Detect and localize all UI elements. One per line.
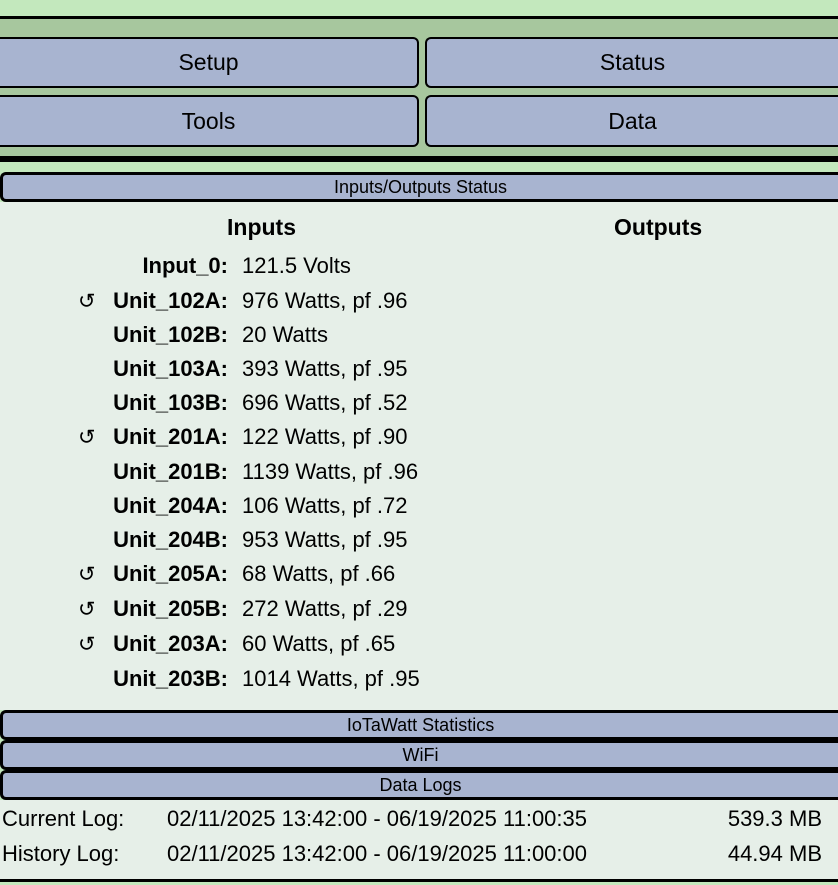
log-size: 44.94 MB bbox=[727, 841, 822, 866]
datalogs-panel: Current Log: 02/11/2025 13:42:00 - 06/19… bbox=[0, 800, 838, 879]
input-row: ↺ Unit_205A: 68 Watts, pf .66 bbox=[0, 561, 838, 595]
tools-button[interactable]: Tools bbox=[0, 95, 419, 147]
log-size: 539.3 MB bbox=[727, 806, 822, 831]
datalogs-header[interactable]: Data Logs bbox=[0, 770, 838, 800]
outputs-heading: Outputs bbox=[614, 214, 703, 240]
input-row: ↺ Unit_203A: 60 Watts, pf .65 bbox=[0, 631, 838, 665]
input-row: Unit_103B: 696 Watts, pf .52 bbox=[0, 390, 838, 424]
refresh-icon[interactable]: ↺ bbox=[78, 632, 96, 657]
input-label: Unit_103B: bbox=[113, 390, 228, 415]
input-label: Unit_204A: bbox=[113, 493, 228, 518]
input-value: 953 Watts, pf .95 bbox=[242, 527, 408, 552]
setup-button[interactable]: Setup bbox=[0, 37, 419, 88]
current-log-row: Current Log: 02/11/2025 13:42:00 - 06/19… bbox=[0, 806, 838, 840]
data-button[interactable]: Data bbox=[425, 95, 838, 147]
input-value: 60 Watts, pf .65 bbox=[242, 631, 396, 656]
input-label: Unit_205A: bbox=[113, 561, 228, 586]
wifi-header[interactable]: WiFi bbox=[0, 740, 838, 770]
input-row: Input_0: 121.5 Volts bbox=[0, 253, 838, 287]
input-row: ↺ Unit_205B: 272 Watts, pf .29 bbox=[0, 596, 838, 630]
input-label: Unit_102B: bbox=[113, 322, 228, 347]
input-row: Unit_201B: 1139 Watts, pf .96 bbox=[0, 459, 838, 493]
history-log-row: History Log: 02/11/2025 13:42:00 - 06/19… bbox=[0, 841, 838, 875]
io-status-header[interactable]: Inputs/Outputs Status bbox=[0, 172, 838, 202]
input-row: Unit_103A: 393 Watts, pf .95 bbox=[0, 356, 838, 390]
refresh-icon[interactable]: ↺ bbox=[78, 289, 96, 314]
log-range: 02/11/2025 13:42:00 - 06/19/2025 11:00:3… bbox=[167, 806, 587, 831]
input-row: ↺ Unit_102A: 976 Watts, pf .96 bbox=[0, 288, 838, 322]
inputs-heading: Inputs bbox=[227, 214, 296, 240]
input-label: Unit_103A: bbox=[113, 356, 228, 381]
input-label: Unit_204B: bbox=[113, 527, 228, 552]
input-row: Unit_203B: 1014 Watts, pf .95 bbox=[0, 666, 838, 700]
input-value: 1139 Watts, pf .96 bbox=[242, 459, 419, 484]
bottom-rule bbox=[0, 879, 838, 882]
input-label: Unit_203B: bbox=[113, 666, 228, 691]
input-label: Unit_203A: bbox=[113, 631, 228, 656]
spacer bbox=[0, 162, 838, 172]
input-value: 696 Watts, pf .52 bbox=[242, 390, 408, 415]
refresh-icon[interactable]: ↺ bbox=[78, 562, 96, 587]
statistics-header[interactable]: IoTaWatt Statistics bbox=[0, 710, 838, 740]
input-value: 68 Watts, pf .66 bbox=[242, 561, 396, 586]
input-label: Unit_201A: bbox=[113, 424, 228, 449]
log-name: History Log: bbox=[2, 841, 120, 866]
input-value: 1014 Watts, pf .95 bbox=[242, 666, 420, 691]
input-label: Unit_201B: bbox=[113, 459, 228, 484]
input-label: Input_0: bbox=[142, 253, 228, 278]
input-row: Unit_102B: 20 Watts bbox=[0, 322, 838, 356]
input-label: Unit_205B: bbox=[113, 596, 228, 621]
input-value: 121.5 Volts bbox=[242, 253, 351, 278]
input-value: 272 Watts, pf .29 bbox=[242, 596, 408, 621]
main-menu: Setup Status Tools Data bbox=[0, 16, 838, 156]
input-row: Unit_204B: 953 Watts, pf .95 bbox=[0, 527, 838, 561]
input-label: Unit_102A: bbox=[113, 288, 228, 313]
input-value: 393 Watts, pf .95 bbox=[242, 356, 408, 381]
io-status-panel: Inputs Outputs Input_0: 121.5 Volts ↺ Unit_… bbox=[0, 202, 838, 710]
log-range: 02/11/2025 13:42:00 - 06/19/2025 11:00:0… bbox=[167, 841, 587, 866]
input-value: 20 Watts bbox=[242, 322, 328, 347]
status-button[interactable]: Status bbox=[425, 37, 838, 88]
refresh-icon[interactable]: ↺ bbox=[78, 425, 96, 450]
log-name: Current Log: bbox=[2, 806, 125, 831]
refresh-icon[interactable]: ↺ bbox=[78, 597, 96, 622]
input-value: 122 Watts, pf .90 bbox=[242, 424, 408, 449]
input-row: Unit_204A: 106 Watts, pf .72 bbox=[0, 493, 838, 527]
input-row: ↺ Unit_201A: 122 Watts, pf .90 bbox=[0, 424, 838, 458]
input-value: 106 Watts, pf .72 bbox=[242, 493, 408, 518]
top-band bbox=[0, 0, 838, 16]
input-value: 976 Watts, pf .96 bbox=[242, 288, 408, 313]
